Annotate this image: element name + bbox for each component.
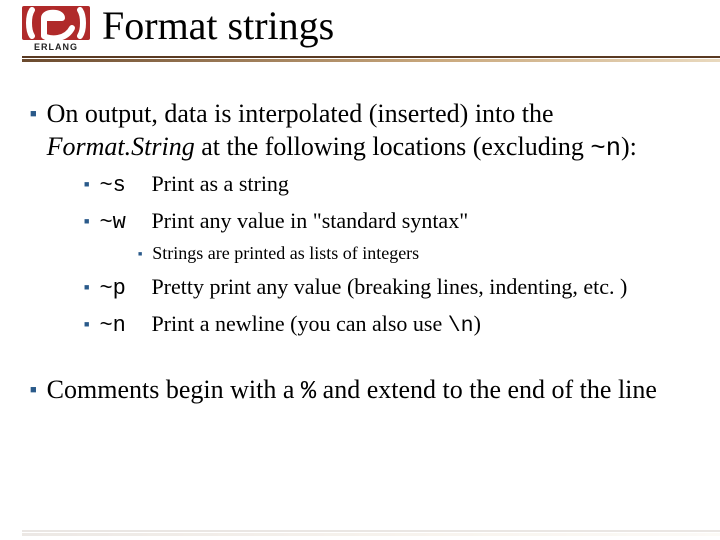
intro-text-c: at the following locations (excluding [195, 132, 591, 161]
bullet-comments: ■ Comments begin with a % and extend to … [30, 374, 700, 408]
slide-title: Format strings [102, 2, 334, 49]
square-bullet-icon: ■ [84, 179, 89, 191]
code-n: ~n [99, 312, 151, 341]
bullet-tilde-w: ■ ~wPrint any value in "standard syntax" [84, 207, 700, 238]
square-bullet-icon: ■ [84, 319, 89, 331]
bullet-tilde-n: ■ ~nPrint a newline (you can also use \n… [84, 310, 700, 341]
bullet-tilde-s: ■ ~sPrint as a string [84, 170, 700, 201]
footer-underline-ghost [0, 530, 720, 536]
desc-n-c: ) [474, 311, 481, 336]
bullet-intro: ■ On output, data is interpolated (inser… [30, 98, 700, 164]
square-bullet-icon: ■ [138, 250, 142, 259]
erlang-logo: ERLANG [22, 6, 90, 52]
comments-c: and extend to the end of the line [316, 375, 657, 404]
desc-s: Print as a string [151, 171, 289, 196]
intro-code-n: ~n [590, 134, 621, 163]
square-bullet-icon: ■ [30, 384, 37, 398]
desc-w: Print any value in "standard syntax" [151, 208, 468, 233]
code-w: ~w [99, 209, 151, 238]
bullet-note-strings: ■ Strings are printed as lists of intege… [138, 242, 700, 265]
note-text: Strings are printed as lists of integers [152, 242, 700, 265]
intro-formatstring: Format.String [47, 132, 195, 161]
bullet-tilde-p: ■ ~pPretty print any value (breaking lin… [84, 273, 700, 304]
comments-a: Comments begin with a [47, 375, 301, 404]
desc-p: Pretty print any value (breaking lines, … [151, 274, 627, 299]
desc-n-code: \n [448, 314, 474, 338]
square-bullet-icon: ■ [30, 108, 37, 122]
desc-n-a: Print a newline (you can also use [151, 311, 447, 336]
erlang-logo-text: ERLANG [34, 42, 78, 52]
vertical-spacer [30, 340, 700, 366]
slide: ERLANG Format strings ■ On output, data … [0, 0, 720, 540]
title-underline [0, 56, 720, 62]
square-bullet-icon: ■ [84, 282, 89, 294]
intro-text-e: ): [621, 132, 637, 161]
code-s: ~s [99, 172, 151, 201]
code-p: ~p [99, 275, 151, 304]
square-bullet-icon: ■ [84, 216, 89, 228]
intro-text-a: On output, data is interpolated (inserte… [47, 99, 554, 128]
slide-body: ■ On output, data is interpolated (inser… [30, 90, 700, 408]
comments-percent: % [301, 377, 316, 406]
slide-header: ERLANG Format strings [0, 0, 720, 64]
